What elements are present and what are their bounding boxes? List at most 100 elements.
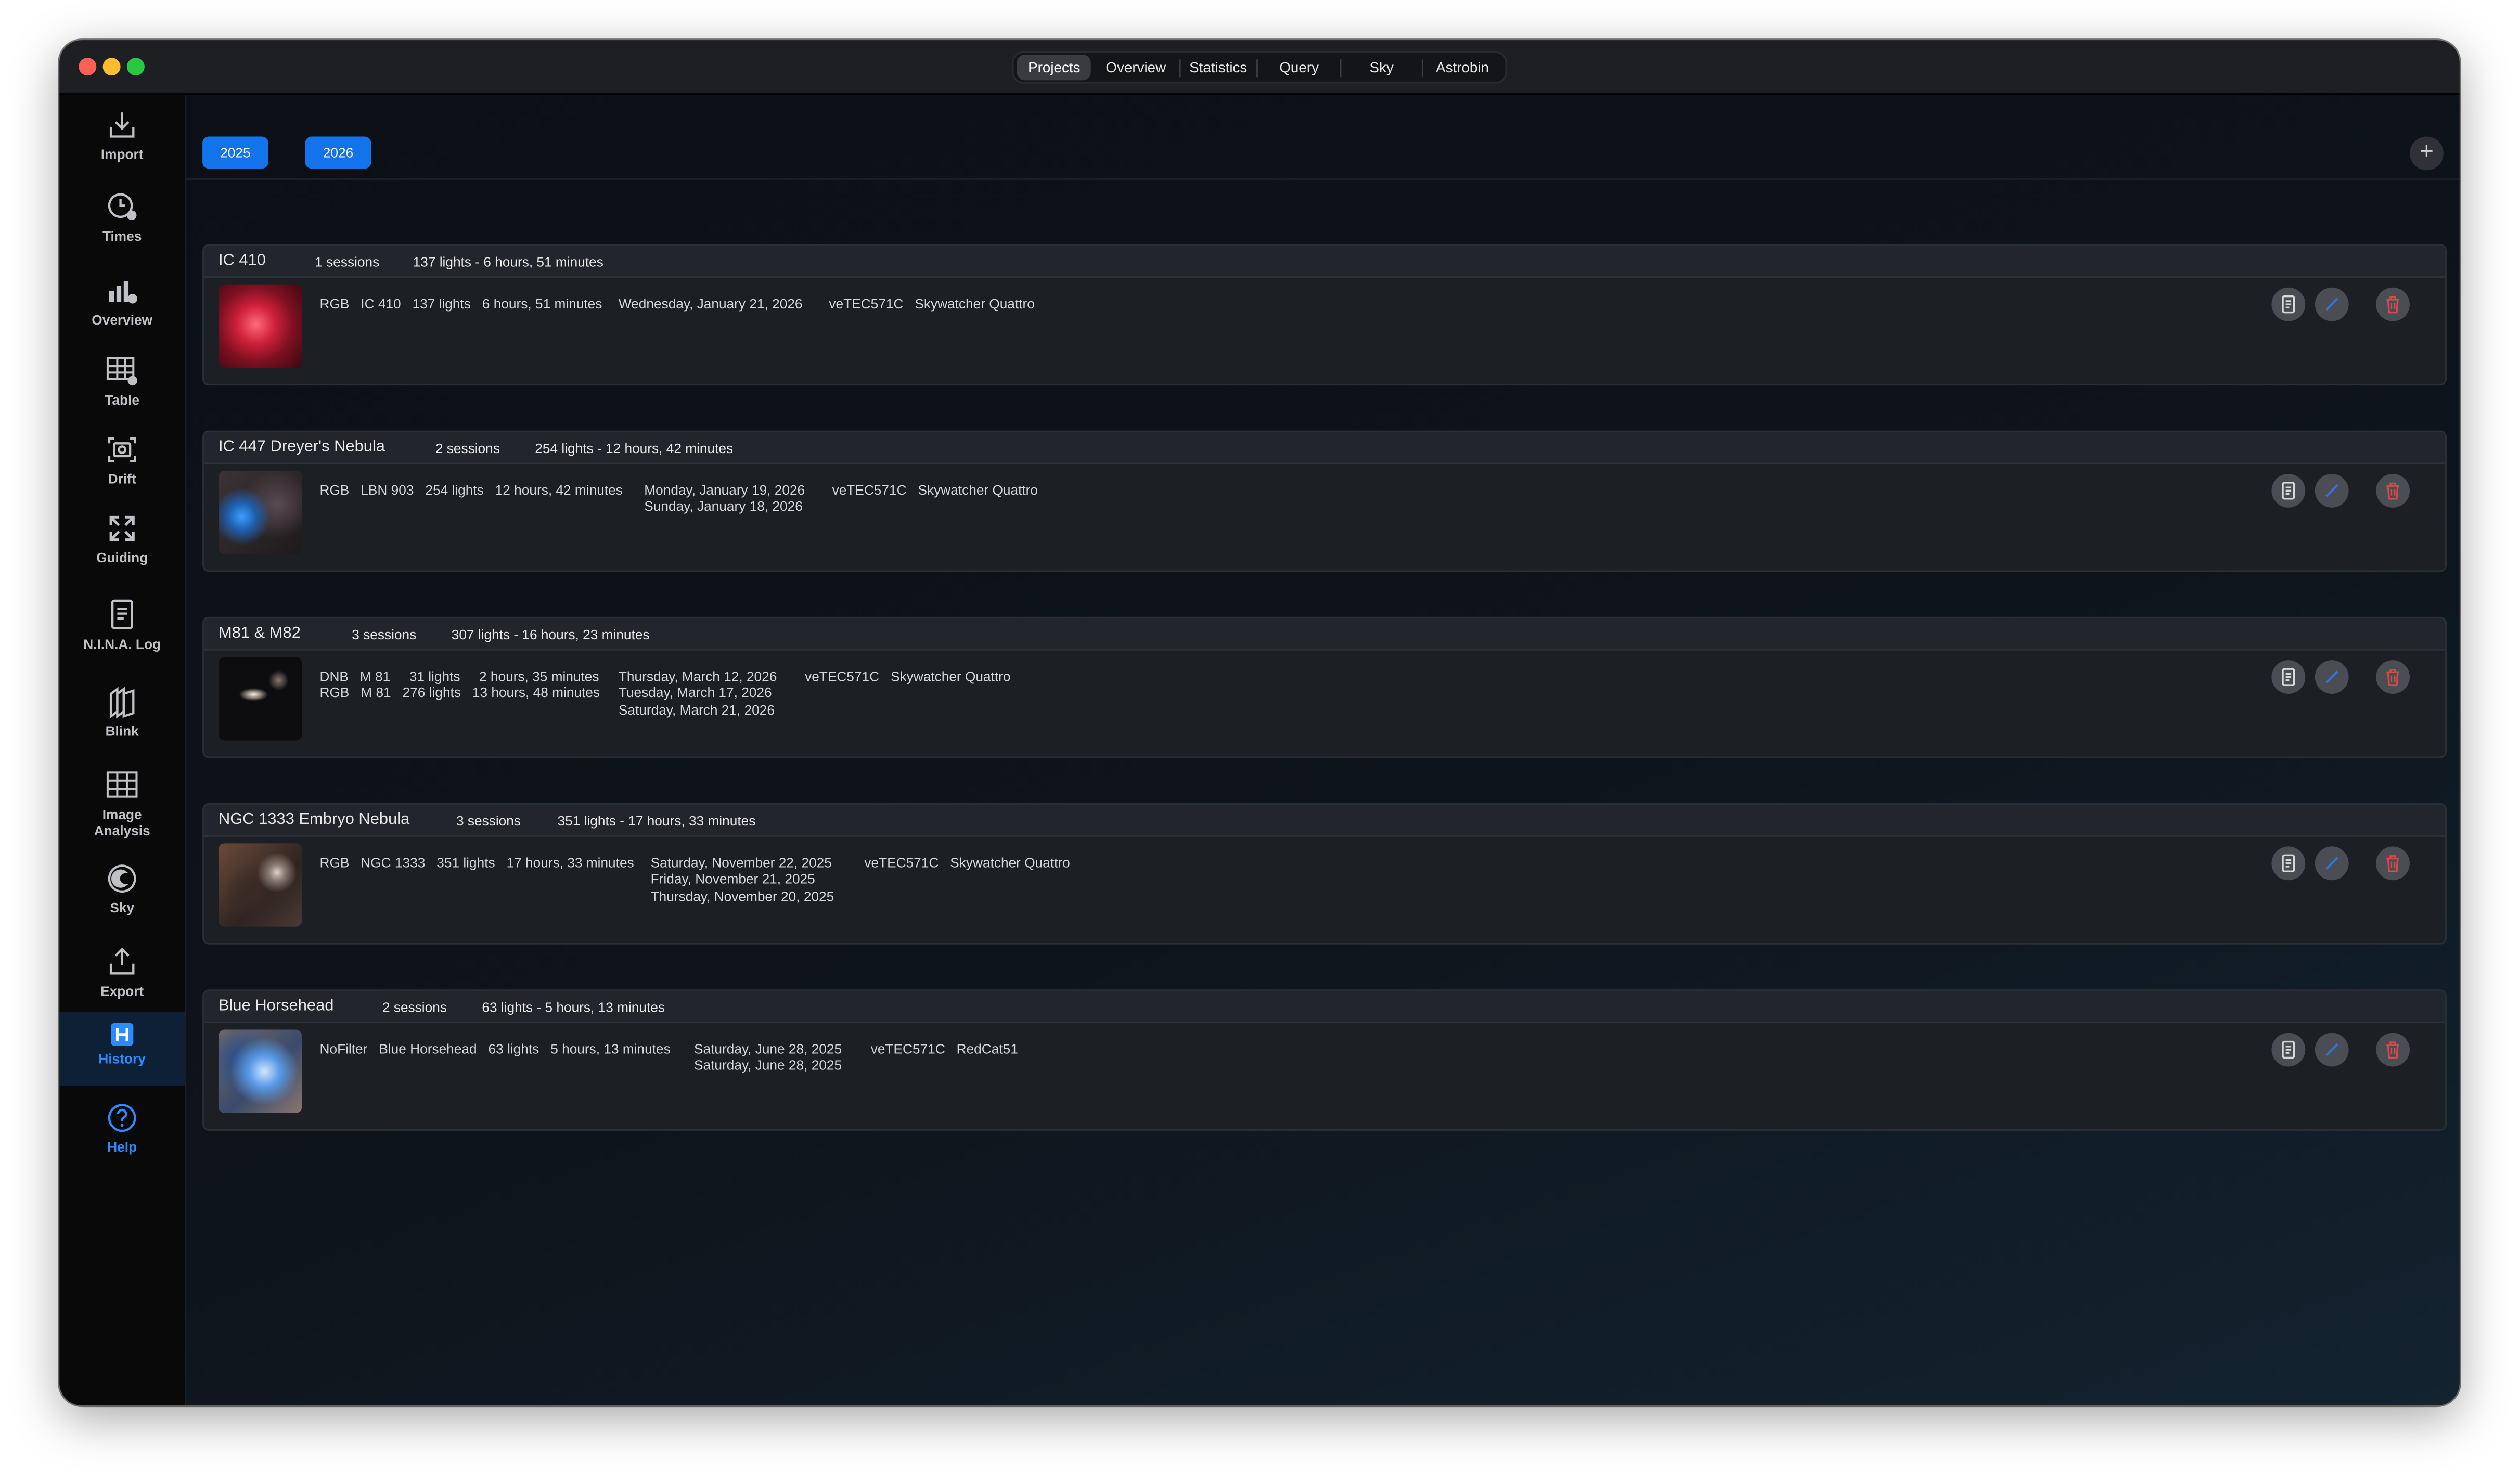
notes-button[interactable] [2271,287,2306,321]
notes-button[interactable] [2271,1033,2306,1067]
telescope-name: Skywatcher Quattro [891,668,1011,685]
delete-button[interactable] [2376,1033,2410,1067]
edit-button[interactable] [2315,473,2349,508]
project-name: Blue Horsehead [218,997,334,1015]
edit-button[interactable] [2315,846,2349,881]
project-thumbnail[interactable] [218,656,302,741]
session-date: Thursday, March 12, 2026 [618,668,777,685]
session-dates: Wednesday, January 21, 2026 [619,295,803,312]
sidebar-item-label: History [98,1050,146,1067]
pencil-icon [2325,298,2338,311]
table-icon [106,357,138,386]
project-thumbnail[interactable] [218,470,302,554]
delete-button[interactable] [2376,473,2410,508]
sidebar-item-image-analysis[interactable]: Image Analysis [59,768,185,838]
equipment: veTEC571C Skywatcher Quattro [829,295,1034,312]
sidebar-item-label: Times [102,228,142,244]
document-icon [2282,1040,2295,1059]
project-summary: 137 lights - 6 hours, 51 minutes [413,253,603,270]
session-lights: 254 lights [425,482,484,498]
tab-overview[interactable]: Overview [1093,55,1179,80]
tab-query[interactable]: Query [1258,55,1340,80]
stacked-frames-icon [109,687,135,719]
tab-projects[interactable]: Projects [1017,54,1091,81]
equipment: veTEC571C Skywatcher Quattro [864,855,1070,871]
project-thumbnail[interactable] [218,284,302,368]
session-target: LBN 903 [361,482,414,498]
sidebar-item-guiding[interactable]: Guiding [59,511,185,565]
h-box-icon [111,1023,134,1046]
project-card: M81 & M82 3 sessions 307 lights - 16 hou… [202,616,2447,758]
session-filter: RGB [319,482,350,498]
close-window-button[interactable] [79,58,97,76]
grid-icon [106,771,138,798]
equipment: veTEC571C RedCat51 [871,1041,1018,1057]
session-duration: 12 hours, 42 minutes [495,482,623,498]
notes-button[interactable] [2271,660,2306,694]
project-name: IC 447 Dreyer's Nebula [218,438,385,456]
session-date: Saturday, March 21, 2026 [618,701,775,718]
sidebar-item-overview[interactable]: Overview [59,273,185,328]
sidebar: Import Times Overview Table Drift Guidin… [59,95,187,1406]
sidebar-item-history[interactable]: History [59,1012,185,1086]
moon-icon [108,864,136,893]
project-thumbnail[interactable] [218,1029,302,1113]
edit-button[interactable] [2315,287,2349,321]
project-sessions: 3 sessions [352,626,417,643]
sidebar-item-sky[interactable]: Sky [59,861,185,915]
export-icon [109,947,135,975]
telescope-name: Skywatcher Quattro [918,482,1038,498]
trash-icon [2386,855,2399,872]
sidebar-item-export[interactable]: Export [59,945,185,999]
add-project-button[interactable]: + [2410,136,2444,171]
sidebar-item-times[interactable]: Times [59,189,185,244]
project-name: NGC 1333 Embryo Nebula [218,811,410,829]
session-row: RGB LBN 903 254 lights 12 hours, 42 minu… [320,482,623,498]
tab-statistics[interactable]: Statistics [1180,55,1256,80]
tab-astrobin[interactable]: Astrobin [1423,55,1502,80]
session-lights: 351 lights [436,854,495,871]
pencil-icon [2325,857,2338,870]
import-icon [109,112,135,138]
edit-button[interactable] [2315,1033,2349,1067]
delete-button[interactable] [2376,660,2410,694]
sidebar-item-help[interactable]: Help [59,1100,185,1155]
session-row: DNB M 81 31 lights 2 hours, 35 minutes [320,668,599,685]
trash-icon [2386,1041,2399,1059]
sidebar-item-label: Import [100,146,144,162]
delete-button[interactable] [2376,846,2410,881]
sidebar-item-label: Guiding [96,549,148,565]
session-target: Blue Horsehead [379,1041,477,1057]
session-target: M 81 [359,668,391,685]
project-header: IC 410 1 sessions 137 lights - 6 hours, … [204,246,2445,278]
history-content: + 2025 2026 IC 410 1 sessions 137 lights… [186,95,2460,1406]
sidebar-item-table[interactable]: Table [59,353,185,408]
session-row: NoFilter Blue Horsehead 63 lights 5 hour… [320,1041,671,1057]
tab-sky[interactable]: Sky [1342,55,1421,80]
minimize-window-button[interactable] [102,58,121,76]
notes-button[interactable] [2271,473,2306,508]
project-card: IC 447 Dreyer's Nebula 2 sessions 254 li… [202,430,2447,572]
edit-button[interactable] [2315,660,2349,694]
project-thumbnail[interactable] [218,843,302,927]
sidebar-item-blink[interactable]: Blink [59,684,185,739]
sidebar-item-import[interactable]: Import [59,108,185,162]
project-header: M81 & M82 3 sessions 307 lights - 16 hou… [204,618,2445,651]
zoom-window-button[interactable] [126,58,145,76]
sidebar-item-drift[interactable]: Drift [59,432,185,487]
session-dates: Thursday, March 12, 2026 Tuesday, March … [619,668,777,718]
year-2025-button[interactable]: 2025 [202,136,268,169]
question-circle-icon [108,1104,136,1132]
notes-button[interactable] [2271,846,2306,881]
sidebar-item-nina-log[interactable]: N.I.N.A. Log [59,598,185,652]
tab-separator [1421,58,1423,76]
document-icon [2282,482,2295,500]
year-2026-button[interactable]: 2026 [305,136,371,169]
delete-button[interactable] [2376,287,2410,321]
session-row: RGB IC 410 137 lights 6 hours, 51 minute… [320,295,602,312]
document-icon [2282,295,2295,314]
project-header: IC 447 Dreyer's Nebula 2 sessions 254 li… [204,432,2445,464]
sidebar-item-label: Table [105,392,139,408]
session-date: Monday, January 19, 2026 [644,482,805,498]
session-dates: Monday, January 19, 2026 Sunday, January… [644,482,805,515]
